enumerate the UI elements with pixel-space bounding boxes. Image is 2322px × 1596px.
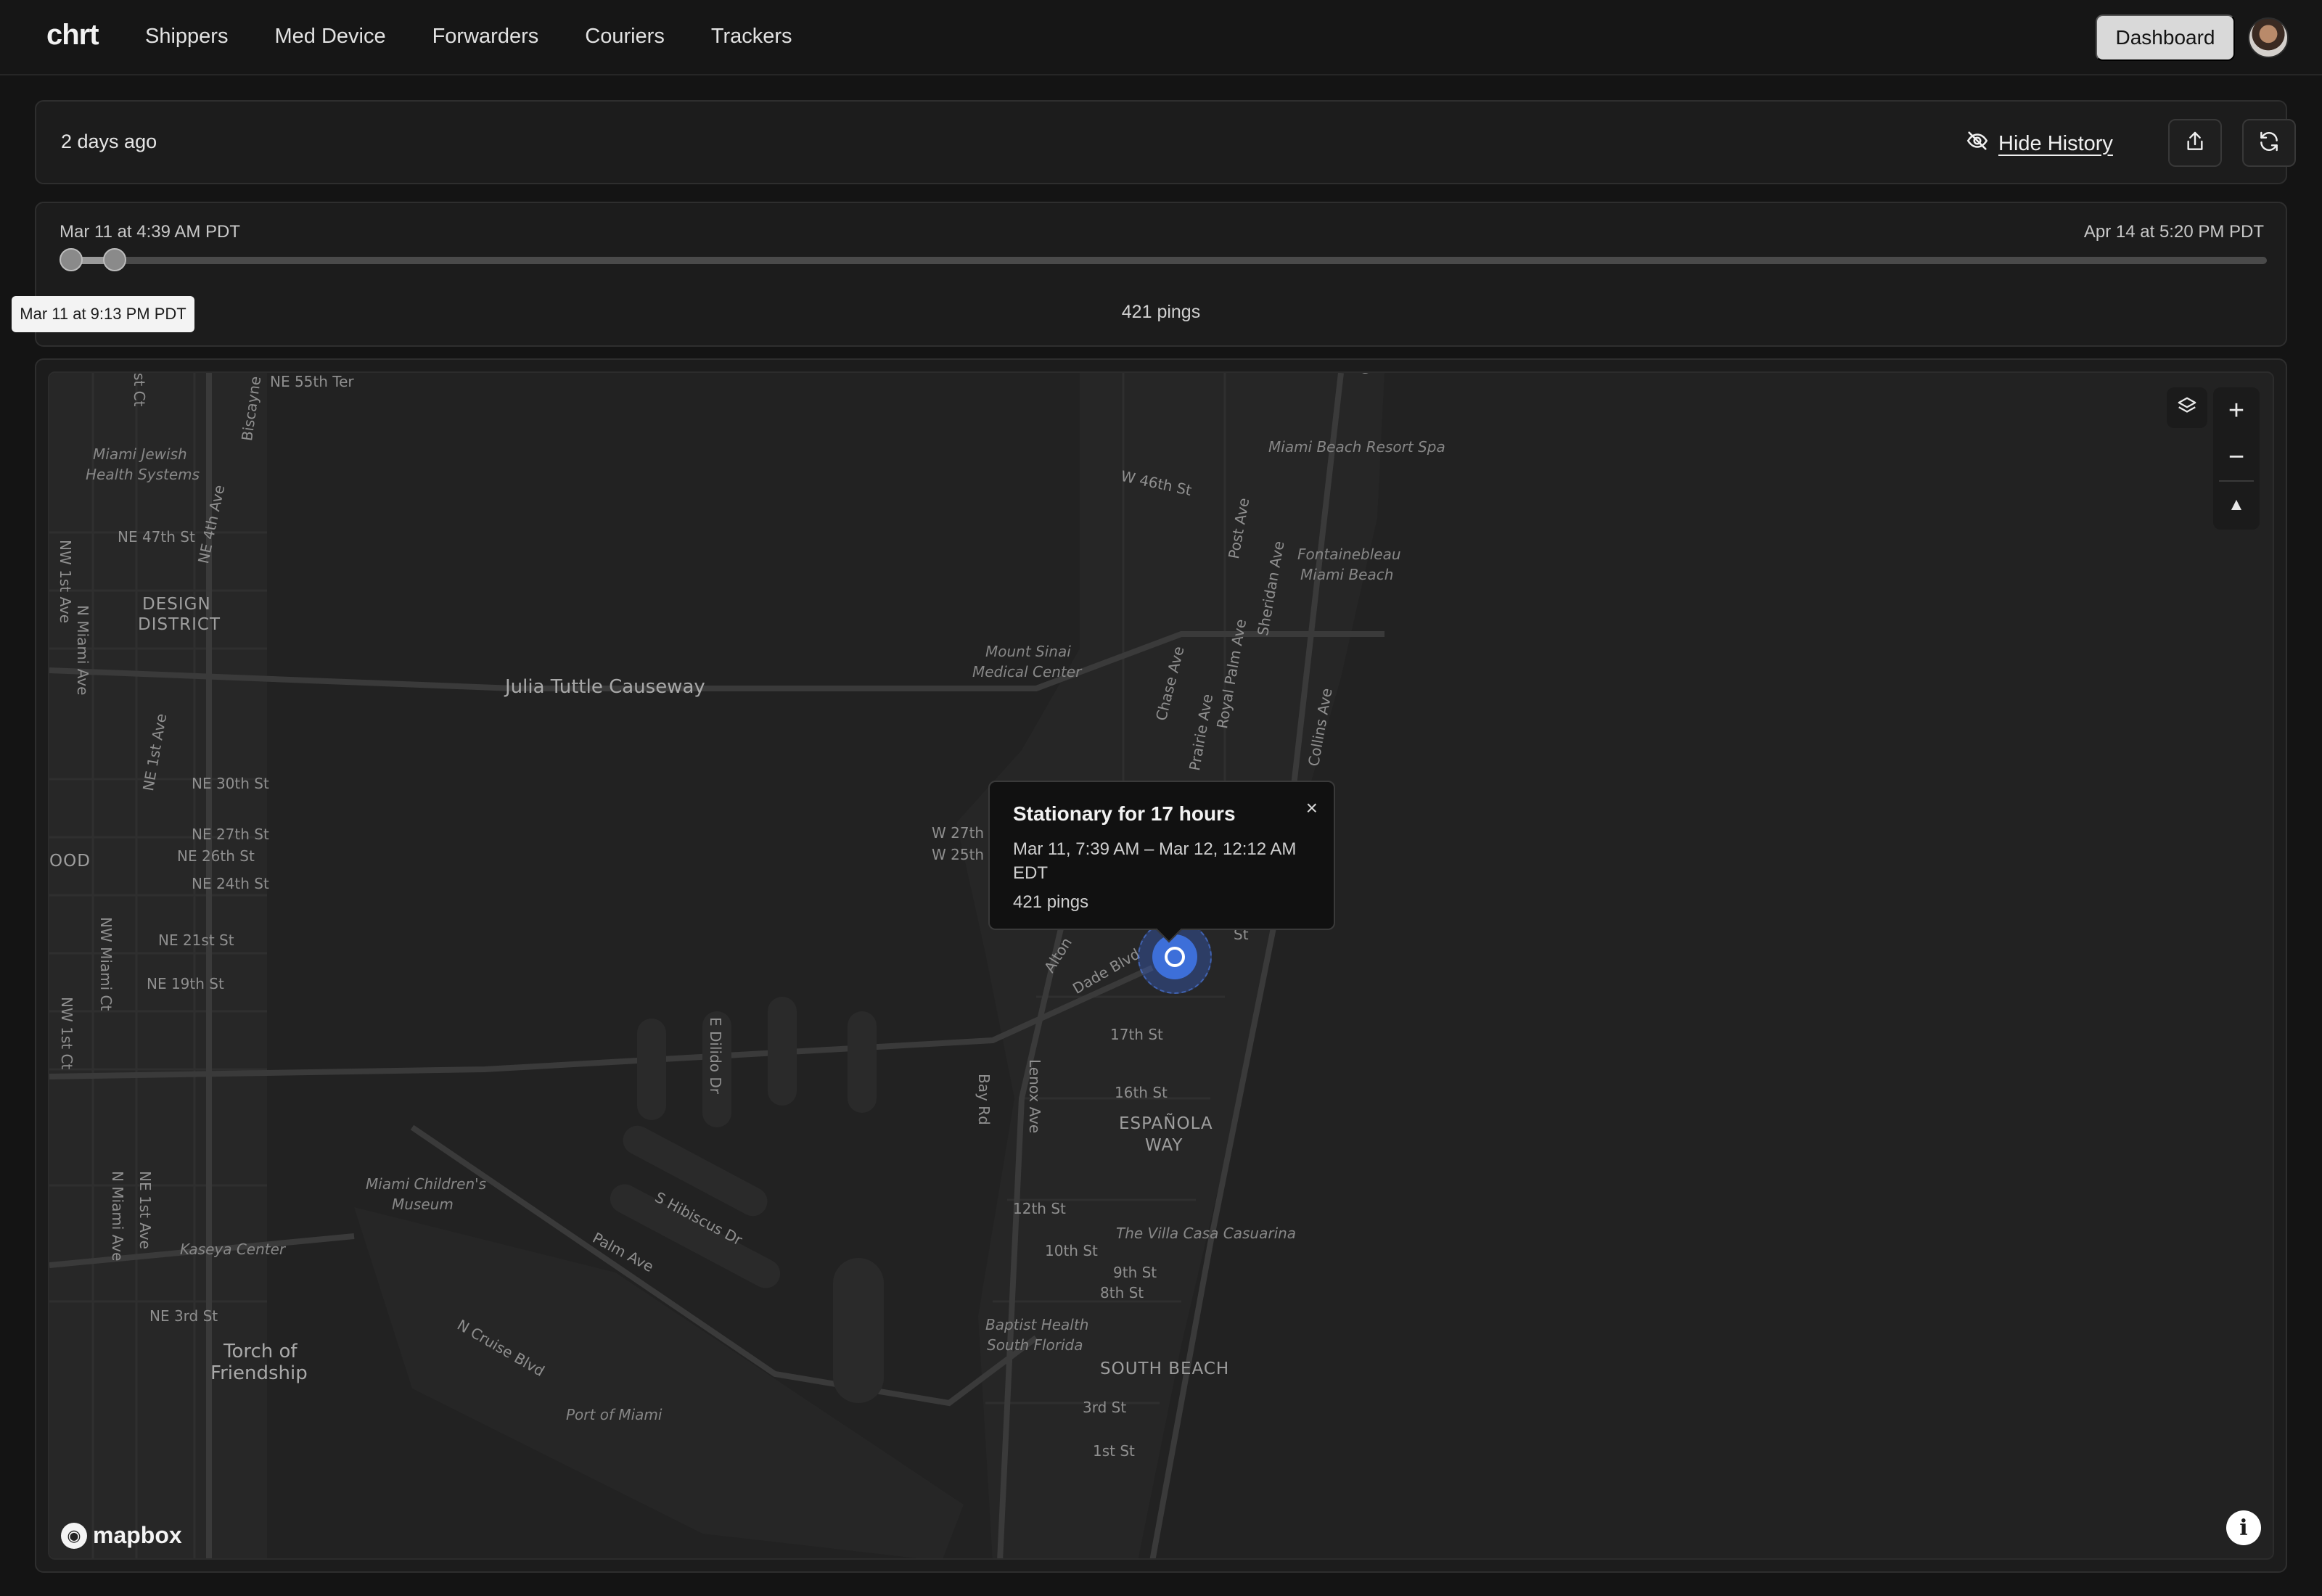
location-marker[interactable] <box>1152 934 1197 979</box>
share-button[interactable] <box>2168 119 2222 167</box>
popup-time-range: Mar 11, 7:39 AM – Mar 12, 12:12 AM EDT <box>1013 839 1297 883</box>
top-nav: chrt Shippers Med Device Forwarders Cour… <box>0 0 2322 75</box>
hide-history-button[interactable]: Hide History <box>1965 128 2113 160</box>
map-area-label: DESIGN <box>142 595 211 614</box>
map-label: 1st St <box>1093 1442 1135 1460</box>
map-area-label: WAY <box>1145 1136 1183 1155</box>
map-label: NE 30th St <box>192 775 269 792</box>
zoom-controls: + − ▲ <box>2213 387 2260 530</box>
map-label: Miami Jewish <box>93 445 187 463</box>
map-canvas[interactable]: NE 55th Ter Biscayne Blvd Miami Jewish H… <box>48 371 2274 1560</box>
hide-history-label: Hide History <box>1998 131 2113 155</box>
layers-button[interactable] <box>2167 387 2207 428</box>
nav-link-shippers[interactable]: Shippers <box>145 25 228 49</box>
map-label: Museum <box>392 1196 454 1213</box>
zoom-in-button[interactable]: + <box>2213 387 2260 434</box>
map-label: NE 26th St <box>177 847 255 865</box>
location-marker-ring <box>1165 947 1185 967</box>
map-label: NE 24th St <box>192 875 269 892</box>
map-label: NW 1st Ct <box>58 997 75 1070</box>
map-label: Medical Center <box>972 663 1082 680</box>
map-label: Baptist Health <box>985 1316 1089 1333</box>
pings-count: 421 pings <box>1121 302 1201 322</box>
stationary-popup: Stationary for 17 hours Mar 11, 7:39 AM … <box>988 781 1335 930</box>
map-label: NE 1st Ave <box>136 1171 154 1249</box>
map-label: Lenox Ave <box>1026 1059 1043 1134</box>
map-label: NW Miami Ct <box>97 917 115 1011</box>
map-area-label: OOD <box>49 852 91 871</box>
map-label: N Miami Ave <box>109 1171 126 1262</box>
map-area-label: SOUTH BEACH <box>1100 1360 1230 1378</box>
nav-link-forwarders[interactable]: Forwarders <box>432 25 539 49</box>
refresh-button[interactable] <box>2242 119 2296 167</box>
map-label: Friendship <box>210 1362 308 1384</box>
map-label: 10th St <box>1045 1242 1098 1259</box>
map-label: E Dilido Dr <box>707 1017 724 1094</box>
map-label: NE 19th St <box>147 975 224 992</box>
compass-button[interactable]: ▲ <box>2213 482 2260 528</box>
timeline-tooltip: Mar 11 at 9:13 PM PDT <box>12 296 194 332</box>
map-label: NE 47th St <box>118 528 195 546</box>
map-label: Health Systems <box>86 466 200 483</box>
main-nav: Shippers Med Device Forwarders Couriers … <box>145 25 839 49</box>
timeline-track[interactable] <box>65 257 2267 264</box>
map-label: st Ct <box>131 373 148 407</box>
map-label: Miami Beach <box>1300 566 1394 583</box>
map-label: NE 21st St <box>158 931 234 949</box>
info-button[interactable]: i <box>2226 1510 2261 1545</box>
timeline-end-handle[interactable] <box>103 248 126 271</box>
map-label: 16th St <box>1115 1084 1168 1101</box>
map-label: 17th St <box>1110 1026 1163 1043</box>
zoom-out-button[interactable]: − <box>2213 434 2260 480</box>
map-label: Torch of <box>223 1341 298 1362</box>
mapbox-mark-icon: ◉ <box>61 1522 87 1549</box>
nav-link-trackers[interactable]: Trackers <box>711 25 792 49</box>
map-label: Mount Sinai <box>985 643 1071 660</box>
status-panel: 2 days ago Hide History <box>35 100 2296 184</box>
map-label: NE 55th Ter <box>270 373 354 390</box>
mapbox-wordmark: mapbox <box>93 1522 182 1548</box>
last-updated-text: 2 days ago <box>61 131 157 152</box>
map-label: Julia Tuttle Causeway <box>505 676 705 698</box>
chrt-logo[interactable]: chrt <box>46 19 99 52</box>
map-label: NE 3rd St <box>149 1307 218 1325</box>
map-label: Fontainebleau <box>1297 546 1401 563</box>
nav-link-med-device[interactable]: Med Device <box>274 25 385 49</box>
timeline-end-label: Apr 14 at 5:20 PM PDT <box>2083 222 2264 242</box>
timeline-panel: Mar 11 at 4:39 AM PDT Apr 14 at 5:20 PM … <box>35 202 2287 347</box>
map-label: 9th St <box>1113 1264 1157 1281</box>
map-label: Port of Miami <box>566 1406 662 1423</box>
map-label: 12th St <box>1013 1200 1066 1217</box>
layers-icon <box>2176 395 2198 421</box>
map-label: N Miami Ave <box>74 605 91 696</box>
map-label: Kaseya Center <box>180 1241 286 1258</box>
map-label: South Florida <box>987 1336 1083 1354</box>
map-label: NW 1st Ave <box>57 540 74 624</box>
share-icon <box>2183 129 2207 157</box>
map-label: Miami Children's <box>366 1175 487 1193</box>
nav-link-couriers[interactable]: Couriers <box>585 25 665 49</box>
map-area-label: DISTRICT <box>138 615 221 634</box>
user-avatar[interactable] <box>2248 17 2289 58</box>
mapbox-logo[interactable]: ◉ mapbox <box>61 1522 182 1549</box>
map-label: The Villa Casa Casuarina <box>1116 1225 1297 1242</box>
popup-pings: 421 pings <box>1013 892 1089 912</box>
map-label: 8th St <box>1100 1284 1144 1301</box>
map-label: Miami Beach Resort Spa <box>1268 438 1445 456</box>
map-label: 3rd St <box>1083 1399 1127 1416</box>
timeline-start-label: Mar 11 at 4:39 AM PDT <box>60 222 240 242</box>
eye-off-icon <box>1965 128 1990 159</box>
popup-close-icon[interactable]: × <box>1306 797 1318 820</box>
timeline-start-handle[interactable] <box>60 248 83 271</box>
map-area-label: ESPAÑOLA <box>1119 1114 1213 1133</box>
map-label: NE 27th St <box>192 826 269 843</box>
dashboard-button[interactable]: Dashboard <box>2096 15 2235 61</box>
refresh-icon <box>2257 130 2281 157</box>
popup-title: Stationary for 17 hours <box>1013 802 1236 825</box>
map-label: Bay Rd <box>975 1074 993 1125</box>
